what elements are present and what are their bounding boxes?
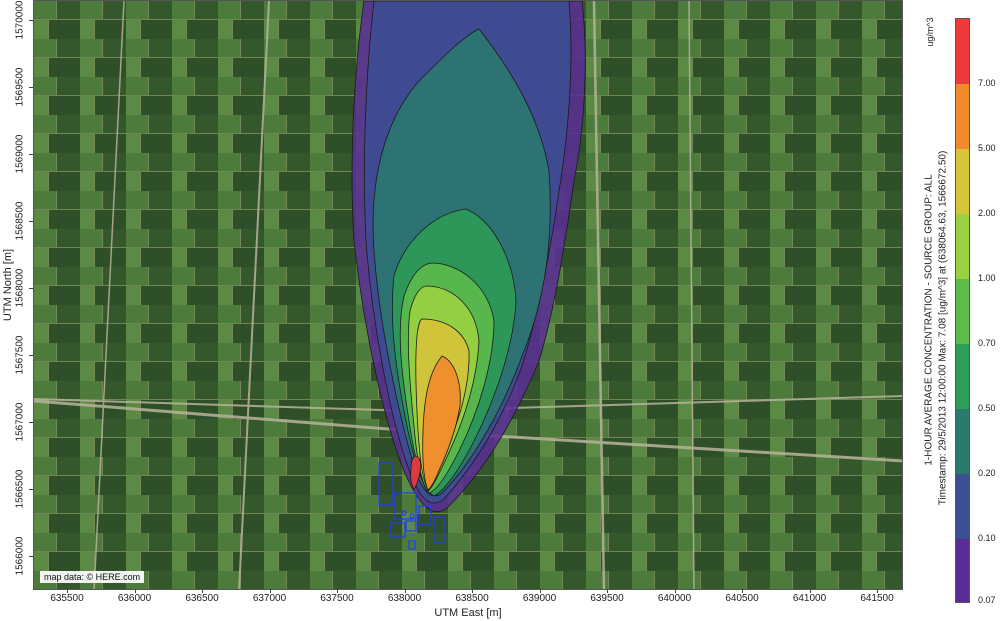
colorbar-label: 0.10 [978, 533, 996, 543]
y-tick-mark [29, 422, 33, 423]
colorbar-band [956, 84, 969, 149]
colorbar-band [956, 344, 969, 409]
y-tick-label: 1569500 [14, 67, 26, 107]
y-tick-mark [29, 87, 33, 88]
colorbar-band [956, 214, 969, 279]
x-tick-label: 636500 [185, 593, 219, 604]
x-tick-label: 639500 [590, 593, 624, 604]
legend-unit: ug/m^3 [925, 17, 935, 47]
map-attribution: map data: © HERE.com [40, 571, 145, 583]
y-tick-mark [29, 154, 33, 155]
colorbar-label: 0.70 [978, 338, 996, 348]
x-axis-title: UTM East [m] [434, 607, 502, 619]
y-tick-label: 1567000 [14, 402, 26, 442]
y-tick-mark [29, 20, 33, 21]
info-title: 1-HOUR AVERAGE CONCENTRATION - SOURCE GR… [923, 174, 935, 466]
colorbar-label: 5.00 [978, 143, 996, 153]
x-tick-label: 637500 [320, 593, 354, 604]
y-axis-title: UTM North [m] [2, 248, 14, 322]
y-tick-mark [29, 221, 33, 222]
colorbar-band [956, 409, 969, 474]
info-timestamp: Timestamp: 29/5/2013 12:00:00 Max: 7.08 … [937, 150, 949, 506]
y-tick-label: 1566000 [14, 536, 26, 576]
y-tick-label: 1568500 [14, 201, 26, 241]
colorbar-legend [955, 18, 970, 603]
y-tick-label: 1569000 [14, 134, 26, 174]
colorbar-label: 2.00 [978, 208, 996, 218]
x-tick-label: 639000 [522, 593, 557, 604]
x-tick-label: 638000 [387, 593, 422, 604]
x-tick-label: 640500 [725, 593, 759, 604]
colorbar-band [956, 474, 969, 539]
colorbar-band [956, 19, 969, 84]
colorbar-label: 7.00 [978, 78, 996, 88]
y-tick-label: 1566500 [14, 469, 26, 509]
x-tick-label: 635500 [50, 593, 84, 604]
colorbar-label: 0.07 [978, 595, 996, 605]
x-tick-label: 640000 [657, 593, 692, 604]
y-tick-mark [29, 489, 33, 490]
colorbar-label: 1.00 [978, 273, 996, 283]
y-tick-label: 1568000 [14, 268, 26, 308]
colorbar-label: 0.20 [978, 468, 996, 478]
x-tick-label: 641500 [860, 593, 894, 604]
colorbar-label: 0.50 [978, 403, 996, 413]
map-panel[interactable]: map data: © HERE.com [33, 0, 903, 590]
y-tick-mark [29, 288, 33, 289]
x-tick-label: 637000 [252, 593, 287, 604]
y-tick-label: 1567500 [14, 335, 26, 375]
y-tick-mark [29, 556, 33, 557]
y-tick-label: 1570000 [14, 0, 26, 40]
y-tick-mark [29, 355, 33, 356]
colorbar-band [956, 279, 969, 344]
x-tick-label: 638500 [455, 593, 489, 604]
x-tick-label: 636000 [117, 593, 152, 604]
colorbar-band [956, 539, 969, 602]
colorbar-band [956, 149, 969, 214]
concentration-map[interactable] [34, 1, 903, 590]
x-tick-label: 641000 [792, 593, 827, 604]
